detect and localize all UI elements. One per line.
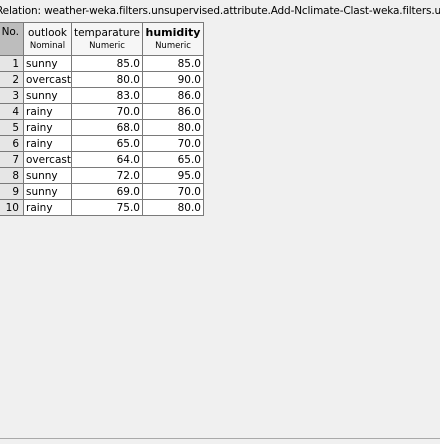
column-header-no[interactable]: No. bbox=[0, 22, 24, 56]
cell-temparature[interactable]: 64.0 bbox=[70, 151, 143, 168]
table-row[interactable]: 4 rainy 70.0 86.0 bbox=[0, 103, 204, 120]
row-number[interactable]: 4 bbox=[0, 103, 24, 120]
row-number[interactable]: 2 bbox=[0, 71, 24, 88]
column-header-outlook[interactable]: outlook Nominal bbox=[23, 22, 72, 56]
cell-outlook[interactable]: rainy bbox=[23, 199, 72, 216]
table-row[interactable]: 3 sunny 83.0 86.0 bbox=[0, 87, 204, 104]
panel-divider bbox=[0, 438, 440, 439]
cell-humidity[interactable]: 85.0 bbox=[141, 55, 204, 72]
cell-temparature[interactable]: 70.0 bbox=[70, 103, 143, 120]
column-type: Numeric bbox=[155, 40, 191, 51]
cell-temparature[interactable]: 72.0 bbox=[70, 167, 143, 184]
cell-outlook[interactable]: rainy bbox=[23, 103, 72, 120]
table-row[interactable]: 10 rainy 75.0 80.0 bbox=[0, 199, 204, 216]
cell-outlook[interactable]: sunny bbox=[23, 183, 72, 200]
table-row[interactable]: 1 sunny 85.0 85.0 bbox=[0, 55, 204, 72]
row-number[interactable]: 9 bbox=[0, 183, 24, 200]
cell-outlook[interactable]: sunny bbox=[23, 87, 72, 104]
column-name: No. bbox=[1, 26, 19, 38]
cell-outlook[interactable]: rainy bbox=[23, 135, 72, 152]
row-number[interactable]: 7 bbox=[0, 151, 24, 168]
column-name: humidity bbox=[145, 25, 201, 39]
relation-label: Relation: weather-weka.filters.unsupervi… bbox=[0, 5, 440, 17]
data-table: No. outlook Nominal temparature Numeric … bbox=[0, 22, 204, 216]
cell-temparature[interactable]: 65.0 bbox=[70, 135, 143, 152]
table-row[interactable]: 8 sunny 72.0 95.0 bbox=[0, 167, 204, 184]
cell-outlook[interactable]: overcast bbox=[23, 151, 72, 168]
table-row[interactable]: 2 overcast 80.0 90.0 bbox=[0, 71, 204, 88]
column-name: outlook bbox=[27, 26, 68, 39]
cell-humidity[interactable]: 86.0 bbox=[141, 87, 204, 104]
cell-humidity[interactable]: 90.0 bbox=[141, 71, 204, 88]
row-number[interactable]: 5 bbox=[0, 119, 24, 136]
row-number[interactable]: 8 bbox=[0, 167, 24, 184]
cell-temparature[interactable]: 83.0 bbox=[70, 87, 143, 104]
cell-outlook[interactable]: sunny bbox=[23, 167, 72, 184]
row-number[interactable]: 3 bbox=[0, 87, 24, 104]
cell-humidity[interactable]: 70.0 bbox=[141, 135, 204, 152]
cell-temparature[interactable]: 75.0 bbox=[70, 199, 143, 216]
table-header-row: No. outlook Nominal temparature Numeric … bbox=[0, 22, 204, 56]
cell-temparature[interactable]: 80.0 bbox=[70, 71, 143, 88]
cell-outlook[interactable]: sunny bbox=[23, 55, 72, 72]
row-number[interactable]: 6 bbox=[0, 135, 24, 152]
cell-humidity[interactable]: 80.0 bbox=[141, 119, 204, 136]
column-type: Nominal bbox=[29, 40, 66, 51]
arff-viewer: Relation: weather-weka.filters.unsupervi… bbox=[0, 0, 440, 444]
table-row[interactable]: 5 rainy 68.0 80.0 bbox=[0, 119, 204, 136]
cell-humidity[interactable]: 95.0 bbox=[141, 167, 204, 184]
cell-outlook[interactable]: overcast bbox=[23, 71, 72, 88]
row-number[interactable]: 10 bbox=[0, 199, 24, 216]
cell-temparature[interactable]: 85.0 bbox=[70, 55, 143, 72]
cell-humidity[interactable]: 86.0 bbox=[141, 103, 204, 120]
table-row[interactable]: 7 overcast 64.0 65.0 bbox=[0, 151, 204, 168]
column-type: Numeric bbox=[89, 40, 125, 51]
cell-humidity[interactable]: 80.0 bbox=[141, 199, 204, 216]
cell-humidity[interactable]: 70.0 bbox=[141, 183, 204, 200]
cell-humidity[interactable]: 65.0 bbox=[141, 151, 204, 168]
table-row[interactable]: 9 sunny 69.0 70.0 bbox=[0, 183, 204, 200]
column-name: temparature bbox=[73, 26, 140, 39]
cell-temparature[interactable]: 69.0 bbox=[70, 183, 143, 200]
column-header-humidity[interactable]: humidity Numeric bbox=[141, 22, 204, 56]
column-header-temparature[interactable]: temparature Numeric bbox=[70, 22, 143, 56]
cell-outlook[interactable]: rainy bbox=[23, 119, 72, 136]
table-row[interactable]: 6 rainy 65.0 70.0 bbox=[0, 135, 204, 152]
cell-temparature[interactable]: 68.0 bbox=[70, 119, 143, 136]
row-number[interactable]: 1 bbox=[0, 55, 24, 72]
